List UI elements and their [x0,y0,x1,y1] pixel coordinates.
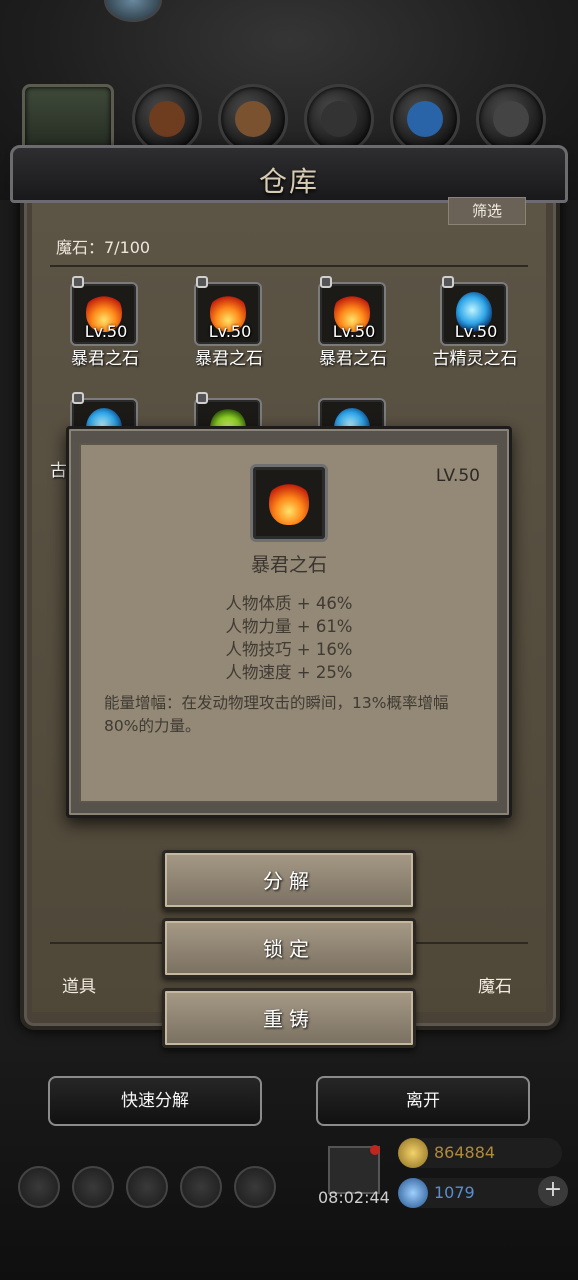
item-name: 暴君之石 [319,349,387,369]
tooltip-description: 能量增幅：在发动物理攻击的瞬间，13%概率增幅80%的力量。 [104,694,449,735]
lock-icon [72,392,84,404]
item-name: 暴君之石 [71,349,139,369]
lock-icon [442,276,454,288]
gold-coin-icon [398,1138,428,1168]
item-name: 暴君之石 [195,349,263,369]
lock-icon [72,276,84,288]
tooltip-stat: 人物速度 + 25% [225,663,353,682]
item-level: Lv.50 [84,322,128,341]
fire-gem-icon [269,479,309,525]
tooltip-level: LV.50 [435,466,480,486]
item-name: 古精灵之石 [432,349,518,369]
tab-magic-stones[interactable]: 魔石 [478,972,512,997]
menu-icon-1[interactable] [18,1166,60,1208]
item-level: Lv.50 [208,322,252,341]
menu-icon-3[interactable] [126,1166,168,1208]
inventory-item[interactable]: Lv.50 古精灵之石 [420,276,530,369]
tooltip-stat: 人物力量 + 61% [225,617,353,636]
inventory-item[interactable]: Lv.50 暴君之石 [50,276,160,369]
lock-button[interactable]: 锁定 [162,918,416,978]
equipment-tab-scroll[interactable] [218,84,288,154]
equipment-tab-armor[interactable] [132,84,202,154]
quick-decompose-button[interactable]: 快速分解 [48,1076,262,1126]
notification-dot [370,1145,380,1155]
item-level: Lv.50 [454,322,498,341]
reforge-button[interactable]: 重铸 [162,988,416,1048]
tooltip-stat: 人物技巧 + 16% [225,640,353,659]
equipment-tab-crystal[interactable] [390,84,460,154]
tab-items[interactable]: 道具 [62,972,96,997]
item-slot: Lv.50 [440,282,508,346]
tooltip-item-slot [250,464,328,542]
decompose-button[interactable]: 分解 [162,850,416,910]
menu-icon-2[interactable] [72,1166,114,1208]
lock-icon [196,276,208,288]
menu-icon-5[interactable] [234,1166,276,1208]
divider [50,265,528,267]
lock-icon [196,392,208,404]
inventory-item[interactable]: Lv.50 暴君之石 [298,276,408,369]
gold-value: 864884 [434,1143,496,1162]
gem-currency-icon [398,1178,428,1208]
add-currency-icon[interactable]: + [538,1176,568,1206]
item-level: Lv.50 [332,322,376,341]
page-title: 仓库 [258,165,319,198]
lock-icon [320,276,332,288]
tooltip-item-name: 暴君之石 [250,554,327,576]
item-slot: Lv.50 [318,282,386,346]
equipment-tab-blade[interactable] [476,84,546,154]
leave-button[interactable]: 离开 [316,1076,530,1126]
inventory-item[interactable]: Lv.50 暴君之石 [174,276,284,369]
equipment-tab-gear[interactable] [304,84,374,154]
gem-value: 1079 [434,1183,475,1202]
gift-timer: 08:02:44 [318,1188,390,1207]
item-slot: Lv.50 [70,282,138,346]
stone-count-label: 魔石：7/100 [56,238,151,257]
tooltip-stat: 人物体质 + 46% [225,594,353,613]
item-slot: Lv.50 [194,282,262,346]
menu-icon-4[interactable] [180,1166,222,1208]
filter-button[interactable]: 筛选 [448,197,526,225]
